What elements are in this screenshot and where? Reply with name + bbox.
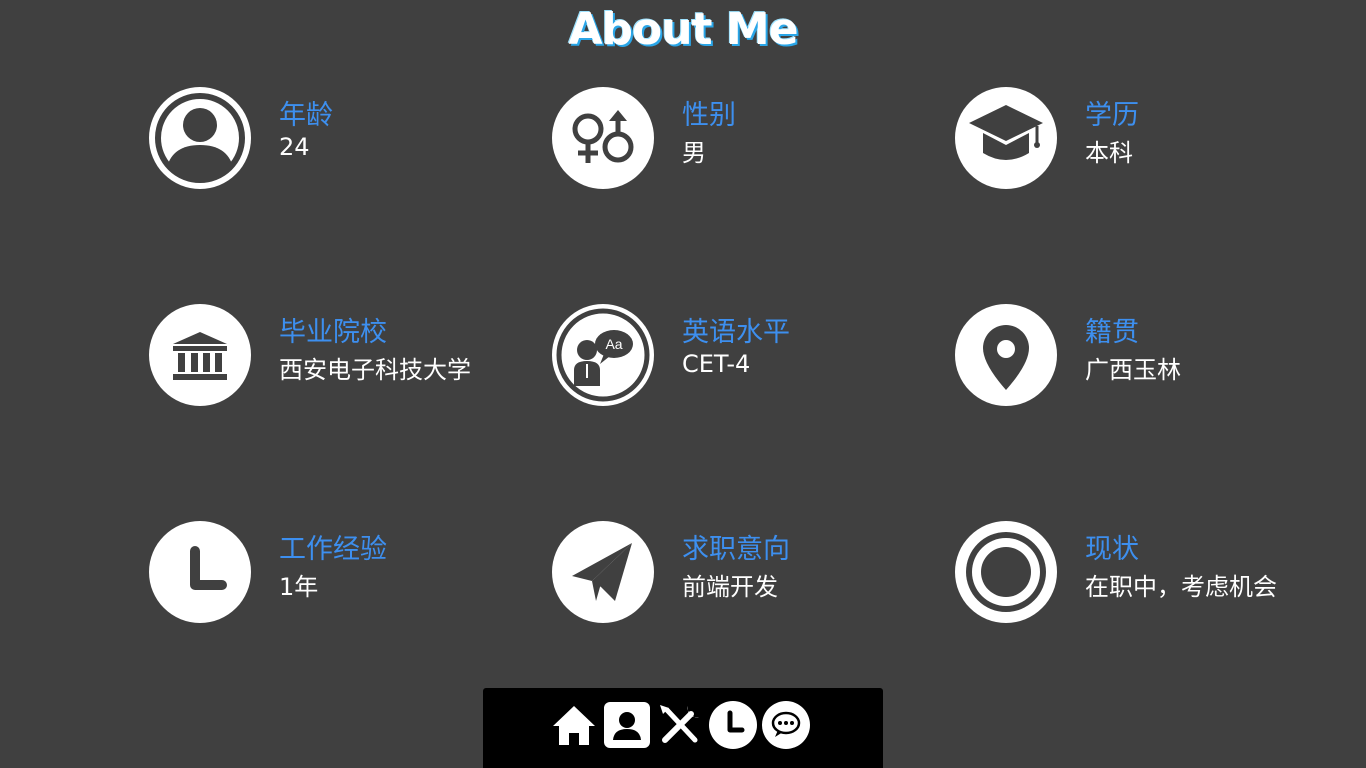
info-label: 现状 (1085, 534, 1139, 565)
graduation-cap-icon (955, 87, 1057, 189)
info-value: 广西玉林 (1085, 356, 1181, 384)
info-value: 1年 (279, 573, 319, 601)
info-label: 籍贯 (1085, 317, 1139, 348)
info-label: 毕业院校 (279, 317, 387, 348)
info-value: 西安电子科技大学 (279, 356, 471, 384)
map-pin-icon (955, 304, 1057, 406)
nav-skills-button[interactable] (655, 700, 705, 750)
info-label: 求职意向 (682, 534, 790, 565)
info-label: 年龄 (279, 100, 333, 131)
chat-bubble-icon (762, 701, 810, 749)
bottom-nav (483, 688, 883, 768)
info-value: 本科 (1085, 139, 1133, 167)
info-item-intention: 求职意向 前端开发 (552, 521, 952, 631)
info-label: 工作经验 (279, 534, 387, 565)
page-title: About Me (568, 4, 798, 55)
info-item-experience: 工作经验 1年 (149, 521, 549, 631)
info-item-age: 年龄 24 (149, 87, 549, 197)
info-value: CET-4 (682, 350, 751, 378)
clock-icon (709, 701, 757, 749)
info-value: 在职中，考虑机会 (1085, 573, 1277, 601)
info-item-school: 毕业院校 西安电子科技大学 (149, 304, 549, 414)
tools-icon (660, 705, 699, 743)
info-item-english: Aa 英语水平 CET-4 (552, 304, 952, 414)
info-value: 前端开发 (682, 573, 778, 601)
radio-circle-icon (955, 521, 1057, 623)
info-label: 英语水平 (682, 317, 790, 348)
info-item-hometown: 籍贯 广西玉林 (955, 304, 1355, 414)
info-value: 男 (682, 139, 706, 167)
contact-icon (604, 702, 650, 748)
nav-home-button[interactable] (549, 700, 599, 750)
info-item-gender: 性别 男 (552, 87, 952, 197)
about-page: About Me 年龄 24 性别 男 学历 本科 毕业院校 西安电子科技大学 … (0, 0, 1366, 768)
home-icon (553, 706, 595, 745)
university-icon (149, 304, 251, 406)
paper-plane-icon (552, 521, 654, 623)
language-icon: Aa (552, 304, 654, 406)
user-icon (149, 87, 251, 189)
info-label: 性别 (682, 100, 736, 131)
nav-experience-button[interactable] (708, 700, 758, 750)
info-value: 24 (279, 133, 310, 161)
nav-contact-button[interactable] (761, 700, 811, 750)
info-label: 学历 (1085, 100, 1139, 131)
info-item-education: 学历 本科 (955, 87, 1355, 197)
info-item-status: 现状 在职中，考虑机会 (955, 521, 1355, 631)
gender-icon (552, 87, 654, 189)
clock-icon (149, 521, 251, 623)
svg-text:Aa: Aa (605, 336, 622, 352)
nav-about-button[interactable] (602, 700, 652, 750)
